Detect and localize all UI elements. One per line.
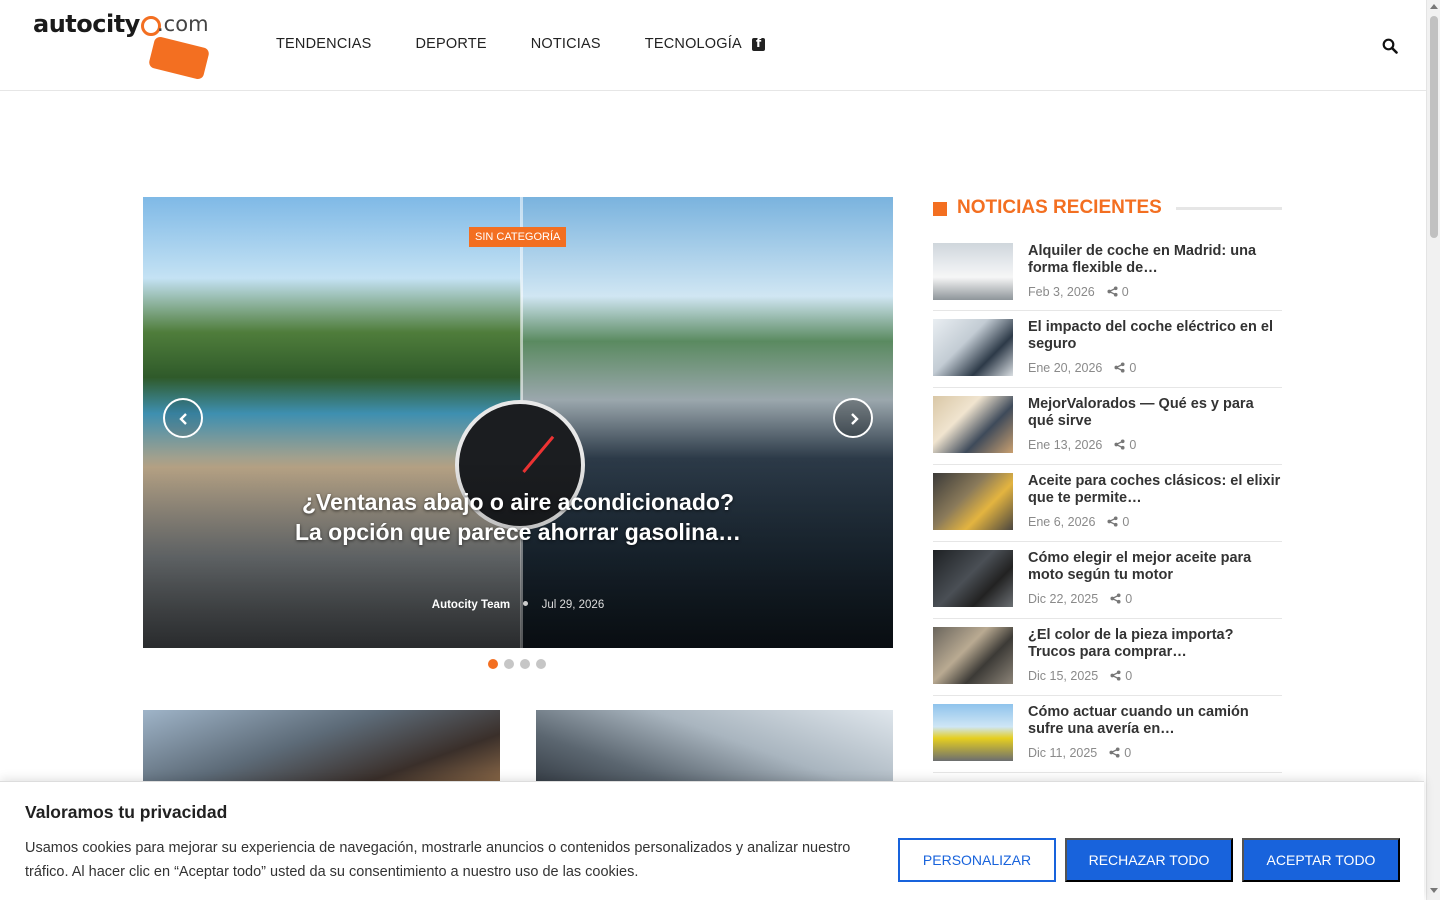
recent-news-list: Alquiler de coche en Madrid: una forma f… xyxy=(933,243,1282,773)
widget-header: NOTICIAS RECIENTES xyxy=(933,197,1282,221)
news-date: Feb 3, 2026 xyxy=(1028,285,1095,299)
share-icon[interactable] xyxy=(1110,670,1121,681)
logo-tag-shape xyxy=(147,35,211,81)
news-title[interactable]: MejorValorados — Qué es y para qué sirve xyxy=(1028,396,1282,430)
slider-dot-1[interactable] xyxy=(488,659,498,669)
nav-item-noticias[interactable]: NOTICIAS xyxy=(531,36,601,52)
featured-slider[interactable]: SIN CATEGORÍA ¿Ventanas abajo o aire aco… xyxy=(143,197,893,648)
slider-dot-2[interactable] xyxy=(504,659,514,669)
cookie-description: Usamos cookies para mejorar su experienc… xyxy=(25,840,851,880)
list-item[interactable]: Alquiler de coche en Madrid: una forma f… xyxy=(933,243,1282,311)
logo-suffix: .com xyxy=(157,12,209,36)
scroll-up-arrow-icon[interactable] xyxy=(1430,4,1438,9)
scroll-thumb[interactable] xyxy=(1430,16,1438,238)
slider-date: Jul 29, 2026 xyxy=(541,599,605,611)
news-thumbnail[interactable] xyxy=(933,704,1013,761)
news-date: Dic 11, 2025 xyxy=(1028,746,1098,760)
accept-all-button[interactable]: ACEPTAR TODO xyxy=(1242,838,1400,882)
customize-button[interactable]: PERSONALIZAR xyxy=(898,838,1056,882)
share-icon[interactable] xyxy=(1114,362,1125,373)
news-meta: Dic 22, 2025 0 xyxy=(1028,592,1132,606)
slider-dot-4[interactable] xyxy=(536,659,546,669)
slider-category-badge[interactable]: SIN CATEGORÍA xyxy=(469,227,567,247)
sidebar: NOTICIAS RECIENTES Alquiler de coche en … xyxy=(933,197,1282,773)
news-title[interactable]: Cómo actuar cuando un camión sufre una a… xyxy=(1028,704,1282,738)
main-nav: TENDENCIAS DEPORTE NOTICIAS TECNOLOGÍA xyxy=(276,36,742,52)
news-share-count: 0 xyxy=(1122,515,1130,529)
news-share-count: 0 xyxy=(1129,438,1137,452)
list-item[interactable]: MejorValorados — Qué es y para qué sirve… xyxy=(933,396,1282,465)
widget-title: NOTICIAS RECIENTES xyxy=(957,197,1162,218)
news-date: Ene 13, 2026 xyxy=(1028,438,1103,452)
news-thumbnail[interactable] xyxy=(933,319,1013,376)
facebook-icon[interactable] xyxy=(752,36,765,51)
news-share-count: 0 xyxy=(1129,361,1137,375)
news-share-count: 0 xyxy=(1121,285,1129,299)
news-title[interactable]: ¿El color de la pieza importa? Trucos pa… xyxy=(1028,627,1282,661)
news-meta: Ene 6, 2026 0 xyxy=(1028,515,1129,529)
logo-wordmark: autocity xyxy=(33,10,140,38)
news-meta: Dic 11, 2025 0 xyxy=(1028,746,1131,760)
widget-accent-square xyxy=(933,202,947,216)
meta-separator xyxy=(523,601,529,607)
cookie-title: Valoramos tu privacidad xyxy=(25,802,228,822)
news-date: Dic 15, 2025 xyxy=(1028,669,1099,683)
cookie-consent-banner: Valoramos tu privacidad Usamos cookies p… xyxy=(0,781,1424,900)
search-icon[interactable] xyxy=(1382,38,1398,54)
list-item[interactable]: ¿El color de la pieza importa? Trucos pa… xyxy=(933,627,1282,696)
reject-all-button[interactable]: RECHAZAR TODO xyxy=(1065,838,1233,882)
share-icon[interactable] xyxy=(1114,439,1125,450)
news-meta: Feb 3, 2026 0 xyxy=(1028,285,1129,299)
slider-next-button[interactable] xyxy=(833,398,873,438)
news-thumbnail[interactable] xyxy=(933,550,1013,607)
site-logo[interactable]: autocity .com xyxy=(33,10,213,81)
news-title[interactable]: Alquiler de coche en Madrid: una forma f… xyxy=(1028,243,1282,277)
slider-title[interactable]: ¿Ventanas abajo o aire acondicionado? La… xyxy=(293,487,743,547)
news-date: Dic 22, 2025 xyxy=(1028,592,1099,606)
widget-divider-line xyxy=(1176,207,1282,210)
share-icon[interactable] xyxy=(1107,516,1118,527)
news-share-count: 0 xyxy=(1125,592,1133,606)
news-meta: Ene 13, 2026 0 xyxy=(1028,438,1136,452)
news-title[interactable]: Cómo elegir el mejor aceite para moto se… xyxy=(1028,550,1282,584)
news-title[interactable]: Aceite para coches clásicos: el elixir q… xyxy=(1028,473,1282,507)
slider-dots xyxy=(488,659,546,669)
list-item[interactable]: Cómo elegir el mejor aceite para moto se… xyxy=(933,550,1282,619)
news-date: Ene 6, 2026 xyxy=(1028,515,1096,529)
news-thumbnail[interactable] xyxy=(933,396,1013,453)
slider-author[interactable]: Autocity Team xyxy=(432,599,510,611)
list-item[interactable]: El impacto del coche eléctrico en el seg… xyxy=(933,319,1282,388)
list-item[interactable]: Cómo actuar cuando un camión sufre una a… xyxy=(933,704,1282,773)
news-thumbnail[interactable] xyxy=(933,627,1013,684)
site-header: autocity .com TENDENCIAS DEPORTE NOTICIA… xyxy=(0,0,1426,91)
chevron-left-icon xyxy=(179,413,187,425)
news-meta: Dic 15, 2025 0 xyxy=(1028,669,1132,683)
slider-shade xyxy=(143,457,893,648)
chevron-right-icon xyxy=(851,413,859,425)
slider-prev-button[interactable] xyxy=(163,398,203,438)
news-title[interactable]: El impacto del coche eléctrico en el seg… xyxy=(1028,319,1282,353)
share-icon[interactable] xyxy=(1110,593,1121,604)
news-thumbnail[interactable] xyxy=(933,243,1013,300)
news-meta: Ene 20, 2026 0 xyxy=(1028,361,1136,375)
nav-item-tendencias[interactable]: TENDENCIAS xyxy=(276,36,371,52)
scroll-down-arrow-icon[interactable] xyxy=(1430,888,1438,893)
share-icon[interactable] xyxy=(1107,286,1118,297)
page-scrollbar[interactable] xyxy=(1426,0,1440,900)
nav-item-tecnologia[interactable]: TECNOLOGÍA xyxy=(645,36,742,52)
share-icon[interactable] xyxy=(1109,747,1120,758)
slider-meta: Autocity Team Jul 29, 2026 xyxy=(143,599,893,611)
news-thumbnail[interactable] xyxy=(933,473,1013,530)
news-date: Ene 20, 2026 xyxy=(1028,361,1103,375)
list-item[interactable]: Aceite para coches clásicos: el elixir q… xyxy=(933,473,1282,542)
news-share-count: 0 xyxy=(1125,669,1133,683)
nav-item-deporte[interactable]: DEPORTE xyxy=(415,36,486,52)
slider-dot-3[interactable] xyxy=(520,659,530,669)
news-share-count: 0 xyxy=(1124,746,1132,760)
